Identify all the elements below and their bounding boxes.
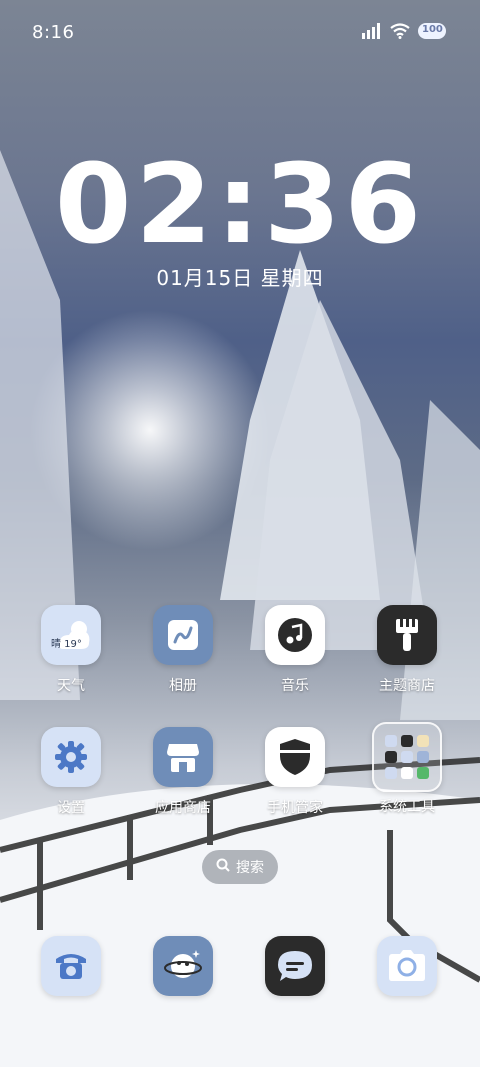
search-label: 搜索 bbox=[236, 860, 264, 876]
dock-browser[interactable] bbox=[128, 936, 238, 996]
app-label: 设置 bbox=[57, 800, 85, 816]
app-gallery[interactable]: 相册 bbox=[128, 605, 238, 695]
browser-planet-icon bbox=[153, 936, 213, 996]
lock-clock: 02:36 bbox=[54, 140, 426, 268]
app-app-store[interactable]: 应用商店 bbox=[128, 727, 238, 817]
app-label: 主题商店 bbox=[379, 678, 435, 694]
app-music[interactable]: 音乐 bbox=[240, 605, 350, 695]
battery-level: 100 bbox=[422, 24, 443, 35]
app-store-icon bbox=[153, 727, 213, 787]
battery-icon: 100 bbox=[418, 22, 448, 40]
dock-phone[interactable] bbox=[16, 936, 126, 996]
phone-icon bbox=[41, 936, 101, 996]
app-phone-manager[interactable]: 手机管家 bbox=[240, 727, 350, 817]
search-button[interactable]: 搜索 bbox=[202, 850, 278, 884]
theme-store-icon bbox=[377, 605, 437, 665]
signal-icon bbox=[362, 23, 382, 39]
gallery-icon bbox=[153, 605, 213, 665]
settings-gear-icon bbox=[41, 727, 101, 787]
app-settings[interactable]: 设置 bbox=[16, 727, 126, 817]
clock-date: 01月15日 星期四 bbox=[156, 266, 324, 290]
wifi-icon bbox=[390, 23, 410, 39]
weather-icon: 晴 19° bbox=[41, 605, 101, 665]
app-theme-store[interactable]: 主题商店 bbox=[352, 605, 462, 695]
weather-temp: 晴 19° bbox=[51, 639, 82, 650]
app-label: 系统工具 bbox=[379, 799, 435, 815]
search-icon bbox=[216, 858, 230, 876]
status-bar: 8:16 100 bbox=[0, 0, 480, 68]
app-label: 相册 bbox=[169, 678, 197, 694]
app-label: 手机管家 bbox=[267, 800, 323, 816]
app-label: 音乐 bbox=[281, 678, 309, 694]
folder-system-tools[interactable]: 系统工具 bbox=[352, 722, 462, 816]
security-shield-icon bbox=[265, 727, 325, 787]
messages-icon bbox=[265, 936, 325, 996]
app-weather[interactable]: 晴 19° 天气 bbox=[16, 605, 126, 695]
music-icon bbox=[265, 605, 325, 665]
dock-messages[interactable] bbox=[240, 936, 350, 996]
status-time: 8:16 bbox=[32, 22, 75, 43]
camera-icon bbox=[377, 936, 437, 996]
app-label: 天气 bbox=[57, 678, 85, 694]
app-label: 应用商店 bbox=[155, 800, 211, 816]
folder-icon bbox=[372, 722, 442, 792]
dock-camera[interactable] bbox=[352, 936, 462, 996]
